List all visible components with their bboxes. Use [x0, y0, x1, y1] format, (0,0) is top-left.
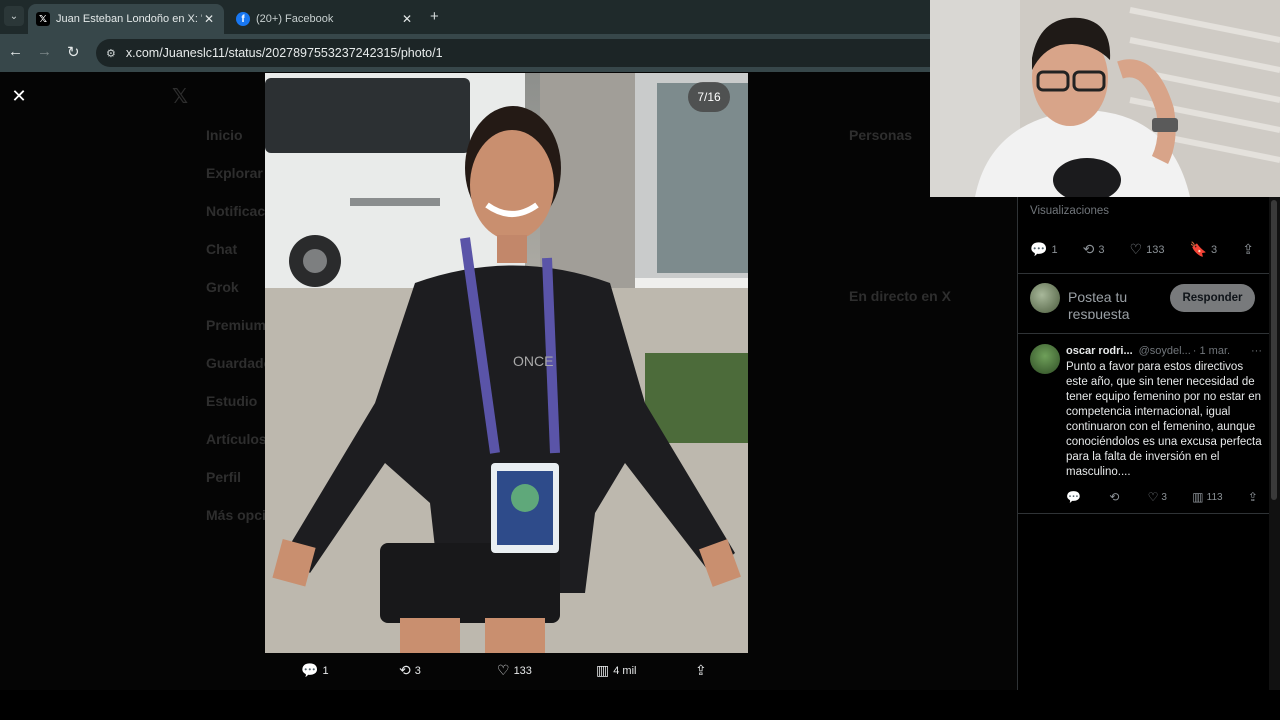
- bookmark-action[interactable]: 🔖 3: [1190, 241, 1218, 258]
- photo-illustration: ONCE: [265, 73, 748, 653]
- browser-toolbar: ← → ↻ ⚙ x.com/Juaneslc11/status/20278975…: [0, 34, 930, 72]
- comment-text: Punto a favor para estos directivos este…: [1066, 361, 1262, 478]
- new-tab-plus-icon[interactable]: +: [430, 8, 439, 25]
- tab-search-chevron-icon[interactable]: ⌄: [4, 6, 24, 26]
- tab-title: (20+) Facebook: [256, 13, 334, 25]
- forward-arrow-icon[interactable]: →: [37, 43, 52, 60]
- views-action[interactable]: ▥ 113: [1192, 490, 1222, 504]
- avatar[interactable]: [1030, 344, 1060, 374]
- avatar[interactable]: [1030, 283, 1060, 313]
- comment-author-name[interactable]: oscar rodri...: [1066, 345, 1133, 357]
- bottom-bar: [0, 690, 1280, 720]
- divider: [1018, 513, 1269, 514]
- like-action[interactable]: ♡ 3: [1148, 490, 1167, 504]
- repost-icon: ⟲: [1109, 490, 1120, 504]
- heart-icon: ♡: [497, 662, 510, 678]
- comment-author-handle[interactable]: @soydel...: [1139, 345, 1191, 357]
- reload-icon[interactable]: ↻: [67, 43, 80, 61]
- bar-chart-icon: ▥: [596, 662, 610, 678]
- heart-icon: ♡: [1129, 241, 1143, 257]
- like-count: 3: [1161, 491, 1167, 503]
- nav-estudio: Estudio: [206, 393, 258, 409]
- webcam-overlay: [930, 0, 1280, 197]
- repost-action[interactable]: ⟲: [1109, 490, 1122, 504]
- back-arrow-icon[interactable]: ←: [8, 43, 23, 60]
- views-label: Visualizaciones: [1030, 205, 1110, 217]
- nav-articulos: Artículos: [206, 431, 267, 447]
- heart-icon: ♡: [1147, 490, 1159, 504]
- share-icon: ⇪: [1242, 241, 1254, 257]
- address-bar[interactable]: ⚙ x.com/Juaneslc11/status/20278975532372…: [96, 39, 930, 67]
- reply-action[interactable]: 💬 1: [1030, 241, 1058, 258]
- close-tab-icon[interactable]: ✕: [202, 12, 216, 26]
- tab-facebook[interactable]: f (20+) Facebook ✕: [228, 4, 422, 34]
- views-count: 113: [1206, 491, 1223, 503]
- reply-button[interactable]: Responder: [1170, 284, 1255, 312]
- scrollbar-thumb[interactable]: [1271, 200, 1277, 500]
- reply-input[interactable]: Postea tu respuesta: [1068, 289, 1178, 319]
- right-title-en-directo: En directo en X: [849, 288, 951, 304]
- comment-time[interactable]: · 1 mar.: [1193, 345, 1230, 357]
- tab-x-post[interactable]: 𝕏 Juan Esteban Londoño en X: "El ✕: [28, 4, 224, 34]
- nav-chat: Chat: [206, 241, 238, 257]
- like-count: 133: [513, 664, 532, 677]
- divider: [1018, 273, 1269, 274]
- site-settings-icon[interactable]: ⚙: [106, 47, 116, 60]
- webcam-illustration: [930, 0, 1280, 197]
- reply-action[interactable]: 💬 1: [301, 662, 329, 679]
- tab-title: Juan Esteban Londoño en X: "El: [56, 13, 202, 25]
- close-tab-icon[interactable]: ✕: [400, 12, 414, 26]
- nav-perfil: Perfil: [206, 469, 242, 485]
- bookmark-count: 3: [1211, 243, 1218, 256]
- reply-action[interactable]: 💬: [1066, 490, 1084, 504]
- nav-inicio: Inicio: [206, 127, 243, 143]
- comment-action-bar: 💬 ⟲ ♡ 3 ▥ 113 ⇪: [1066, 490, 1261, 504]
- nav-premium: Premium: [206, 317, 266, 333]
- repost-action[interactable]: ⟲ 3: [399, 662, 421, 679]
- viewer-action-bar: 💬 1 ⟲ 3 ♡ 133 ▥ 4 mil ⇪: [265, 656, 748, 688]
- repost-action[interactable]: ⟲ 3: [1083, 241, 1105, 258]
- post-detail-sidebar: Visualizaciones 💬 1 ⟲ 3 ♡ 133 🔖 3 ⇪ Postea t…: [1017, 197, 1269, 690]
- like-count: 133: [1146, 243, 1165, 256]
- share-action[interactable]: ⇪: [695, 662, 711, 679]
- post-photo[interactable]: ONCE: [265, 73, 748, 653]
- shirt-logo-text: ONCE: [513, 353, 553, 369]
- reply-count: 1: [1051, 243, 1058, 256]
- share-icon: ⇪: [1247, 490, 1258, 504]
- repost-count: 3: [1098, 243, 1105, 256]
- share-action[interactable]: ⇪: [1242, 241, 1258, 258]
- x-logo-icon: 𝕏: [36, 12, 50, 26]
- right-title-personas: Personas: [849, 127, 913, 143]
- comment-bubble-icon: 💬: [1066, 490, 1081, 504]
- browser-tab-bar: ⌄ 𝕏 Juan Esteban Londoño en X: "El ✕ f (…: [0, 0, 930, 34]
- facebook-icon: f: [236, 12, 250, 26]
- nav-grok: Grok: [206, 279, 239, 295]
- x-logo-icon: 𝕏: [172, 86, 189, 108]
- close-viewer-icon[interactable]: ✕: [10, 86, 28, 107]
- repost-icon: ⟲: [399, 662, 411, 678]
- share-action[interactable]: ⇪: [1248, 490, 1261, 504]
- bookmark-icon: 🔖: [1189, 241, 1208, 257]
- share-icon: ⇪: [695, 662, 707, 678]
- photo-counter: 7/16: [688, 82, 730, 112]
- bar-chart-icon: ▥: [1192, 490, 1204, 504]
- more-options-icon[interactable]: ···: [1251, 345, 1262, 357]
- like-action[interactable]: ♡ 133: [497, 662, 532, 679]
- like-action[interactable]: ♡ 133: [1130, 241, 1165, 258]
- post-action-bar: 💬 1 ⟲ 3 ♡ 133 🔖 3 ⇪: [1030, 241, 1258, 258]
- repost-icon: ⟲: [1082, 241, 1095, 257]
- nav-explorar: Explorar: [206, 165, 263, 181]
- divider: [1018, 333, 1269, 334]
- comment-header: oscar rodri... @soydel... · 1 mar. ···: [1066, 345, 1262, 357]
- url-text: x.com/Juaneslc11/status/2027897553237242…: [125, 46, 443, 60]
- comment-bubble-icon: 💬: [301, 662, 319, 678]
- reply-count: 1: [322, 664, 329, 677]
- comment-bubble-icon: 💬: [1030, 241, 1048, 257]
- repost-count: 3: [414, 664, 421, 677]
- views-count: 4 mil: [613, 664, 637, 677]
- views-action[interactable]: ▥ 4 mil: [596, 662, 636, 679]
